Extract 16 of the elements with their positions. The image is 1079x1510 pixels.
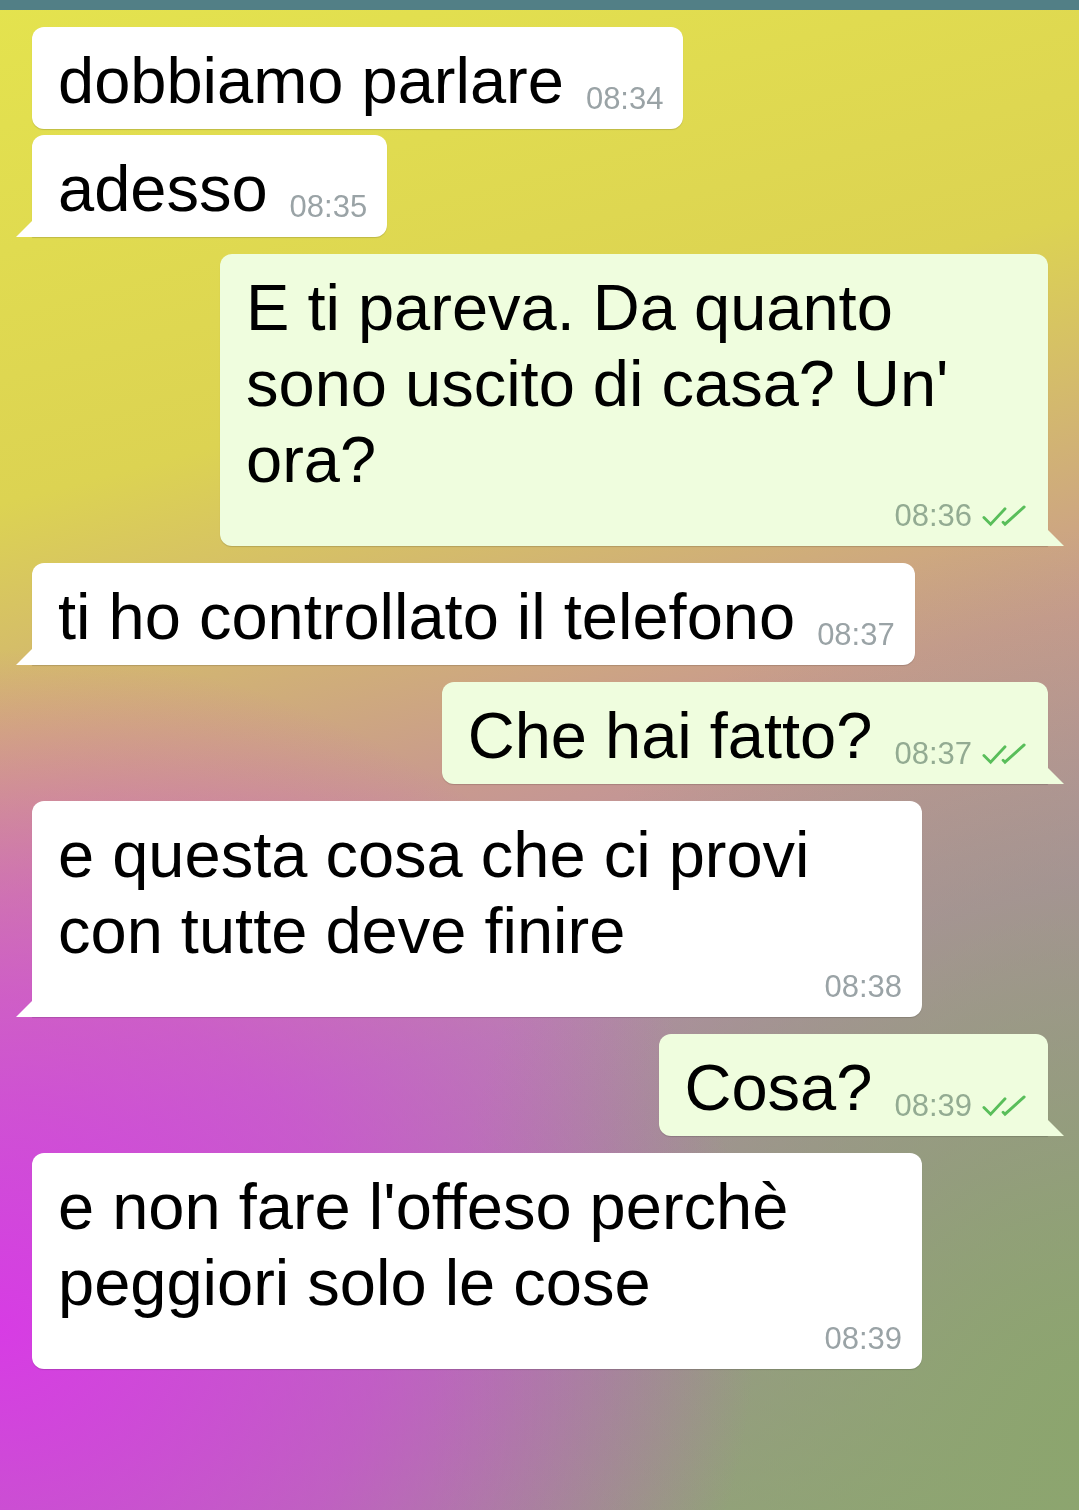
message-time: 08:39 [824, 1321, 902, 1357]
message-time: 08:38 [824, 969, 902, 1005]
message-text: adesso [58, 151, 268, 227]
message-text: ti ho controllato il telefono [58, 579, 796, 655]
message-text: E ti pareva. Da quanto sono uscito di casa? Un' ora? [246, 270, 950, 498]
message-time: 08:34 [585, 81, 664, 117]
message-time: 08:39 [894, 1088, 972, 1124]
message-text: Che hai fatto? [467, 698, 873, 774]
message-text: dobbiamo parlare [58, 43, 564, 119]
message-time: 08:37 [894, 736, 972, 772]
message-time: 08:35 [289, 189, 368, 225]
message-time: 08:37 [817, 617, 895, 653]
message-text: e non fare l'offeso perchè peggiori solo le cose [58, 1169, 790, 1321]
message-time: 08:36 [894, 498, 972, 534]
message-text: Cosa? [684, 1050, 873, 1126]
message-text: e questa cosa che ci provi con tutte deve finire [58, 817, 811, 969]
